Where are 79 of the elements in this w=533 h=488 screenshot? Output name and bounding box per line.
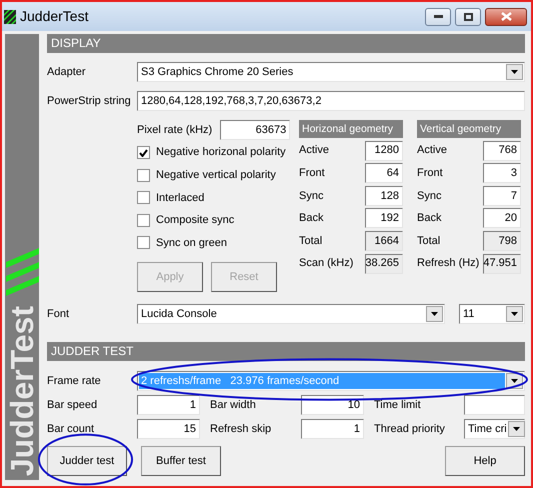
- pixel-rate-field[interactable]: 63673: [220, 120, 290, 140]
- number-field: 798: [483, 230, 521, 251]
- field-label: Front: [417, 166, 444, 181]
- close-icon: [500, 12, 512, 21]
- maximize-icon: [464, 12, 472, 20]
- field-label: Thread priority: [374, 422, 446, 437]
- field-label: Sync: [299, 188, 324, 204]
- maximize-button[interactable]: [455, 8, 481, 26]
- field-label: PowerStrip string: [47, 94, 132, 109]
- caret-icon: [431, 312, 438, 316]
- field-label: Bar count: [47, 422, 96, 437]
- caret-icon: [511, 70, 518, 74]
- number-field[interactable]: 7: [483, 186, 521, 206]
- minimize-button[interactable]: [425, 8, 451, 26]
- checkbox[interactable]: [137, 168, 150, 182]
- number-field[interactable]: 1: [301, 418, 364, 439]
- field-label: Active: [417, 143, 448, 158]
- caret-icon: [511, 312, 518, 316]
- field-label: Pixel rate (kHz): [137, 122, 212, 138]
- number-field[interactable]: 768: [483, 140, 521, 161]
- field-label: Refresh skip: [210, 422, 272, 437]
- number-field: 38.265: [365, 254, 403, 274]
- font-dropdown[interactable]: Lucida Console: [137, 304, 445, 324]
- field-label: Total: [299, 234, 324, 249]
- size-dropdown[interactable]: 11: [459, 304, 525, 324]
- field-label: Sync: [417, 188, 442, 204]
- field-label: Scan (kHz): [299, 256, 354, 272]
- checkbox[interactable]: [137, 146, 150, 160]
- priority-dropdown[interactable]: Time cri: [464, 418, 525, 439]
- number-field[interactable]: 1280: [365, 140, 403, 161]
- field-label: Bar speed: [47, 398, 98, 413]
- field-label: Front: [299, 166, 326, 181]
- stripes-icon: [6, 248, 38, 296]
- minimize-icon: [434, 15, 442, 18]
- checkbox-label: Negative vertical polarity: [156, 168, 276, 183]
- banner-text: JudderTest: [6, 306, 38, 476]
- checkmark-icon: [139, 148, 148, 157]
- field-label: Adapter: [47, 64, 87, 80]
- help-button[interactable]: Help: [445, 446, 525, 476]
- adapter-dropdown[interactable]: S3 Graphics Chrome 20 Series: [137, 62, 525, 82]
- section-header: JUDDER TEST: [47, 342, 525, 361]
- close-button[interactable]: [485, 8, 527, 26]
- powerstrip-field[interactable]: 1280,64,128,192,768,3,7,20,63673,2: [137, 91, 525, 111]
- field-label: Frame rate: [47, 374, 102, 389]
- caret-icon: [512, 426, 520, 431]
- checkbox-label: Interlaced: [156, 190, 204, 206]
- number-field[interactable]: 3: [483, 163, 521, 184]
- field-label: Font: [47, 306, 70, 322]
- field-label: Total: [417, 234, 442, 249]
- number-field[interactable]: [464, 394, 525, 415]
- checkbox[interactable]: [137, 214, 150, 227]
- number-field[interactable]: 1: [137, 394, 200, 415]
- field-label: Back: [299, 211, 324, 226]
- field-label: Refresh (Hz): [417, 256, 480, 272]
- number-field[interactable]: 64: [365, 163, 403, 184]
- app-icon: [4, 10, 16, 24]
- number-field: 47.951: [483, 254, 521, 274]
- checkbox-label: Negative horizonal polarity: [156, 145, 286, 160]
- field-label: Back: [417, 211, 442, 226]
- buffer-test-button[interactable]: Buffer test: [141, 446, 221, 476]
- number-field[interactable]: 128: [365, 186, 403, 206]
- section-header: DISPLAY: [47, 34, 525, 53]
- field-label: Bar width: [210, 398, 257, 413]
- number-field[interactable]: 10: [301, 394, 364, 415]
- caret-icon: [511, 378, 518, 383]
- judder-test-button[interactable]: Judder test: [47, 446, 127, 476]
- field-label: Time limit: [374, 398, 422, 413]
- number-field[interactable]: 192: [365, 208, 403, 228]
- checkbox[interactable]: [137, 191, 150, 204]
- column-header: Vertical geometry: [417, 120, 521, 138]
- field-label: Active: [299, 143, 330, 158]
- checkbox-label: Composite sync: [156, 213, 234, 228]
- number-field[interactable]: 20: [483, 208, 521, 228]
- number-field: 1664: [365, 230, 403, 251]
- number-field[interactable]: 15: [137, 418, 200, 439]
- checkbox[interactable]: [137, 236, 150, 250]
- checkbox-label: Sync on green: [156, 236, 227, 251]
- window-title: JudderTest: [20, 7, 90, 26]
- column-header: Horizonal geometry: [299, 120, 403, 138]
